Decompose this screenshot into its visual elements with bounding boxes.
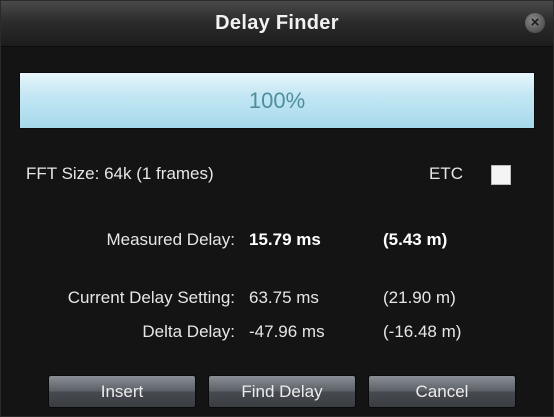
etc-label: ETC [429, 164, 463, 183]
progress-bar: 100% [19, 72, 535, 129]
measured-delay-label: Measured Delay: [106, 230, 235, 249]
delta-delay-ms: -47.96 ms [249, 322, 325, 341]
current-delay-label: Current Delay Setting: [67, 288, 235, 307]
fft-size-label: FFT Size: 64k (1 frames) [26, 164, 214, 183]
current-delay-m: (21.90 m) [383, 288, 456, 307]
close-icon[interactable]: × [525, 13, 545, 33]
progress-label: 100% [248, 88, 306, 113]
etc-checkbox[interactable] [491, 165, 511, 185]
measured-delay-ms: 15.79 ms [249, 230, 321, 249]
delta-delay-m: (-16.48 m) [383, 322, 462, 341]
measured-delay-m: (5.43 m) [383, 230, 448, 249]
find-delay-button[interactable]: Find Delay [208, 375, 356, 408]
window-title: Delay Finder [215, 12, 339, 34]
insert-button[interactable]: Insert [48, 375, 196, 408]
delta-delay-label: Delta Delay: [142, 322, 235, 341]
title-bar[interactable]: Delay Finder × [1, 1, 553, 47]
current-delay-ms: 63.75 ms [249, 288, 319, 307]
cancel-button[interactable]: Cancel [368, 375, 516, 408]
delay-finder-dialog: Delay Finder × 100% FFT Size: 64k (1 fra… [0, 0, 554, 417]
